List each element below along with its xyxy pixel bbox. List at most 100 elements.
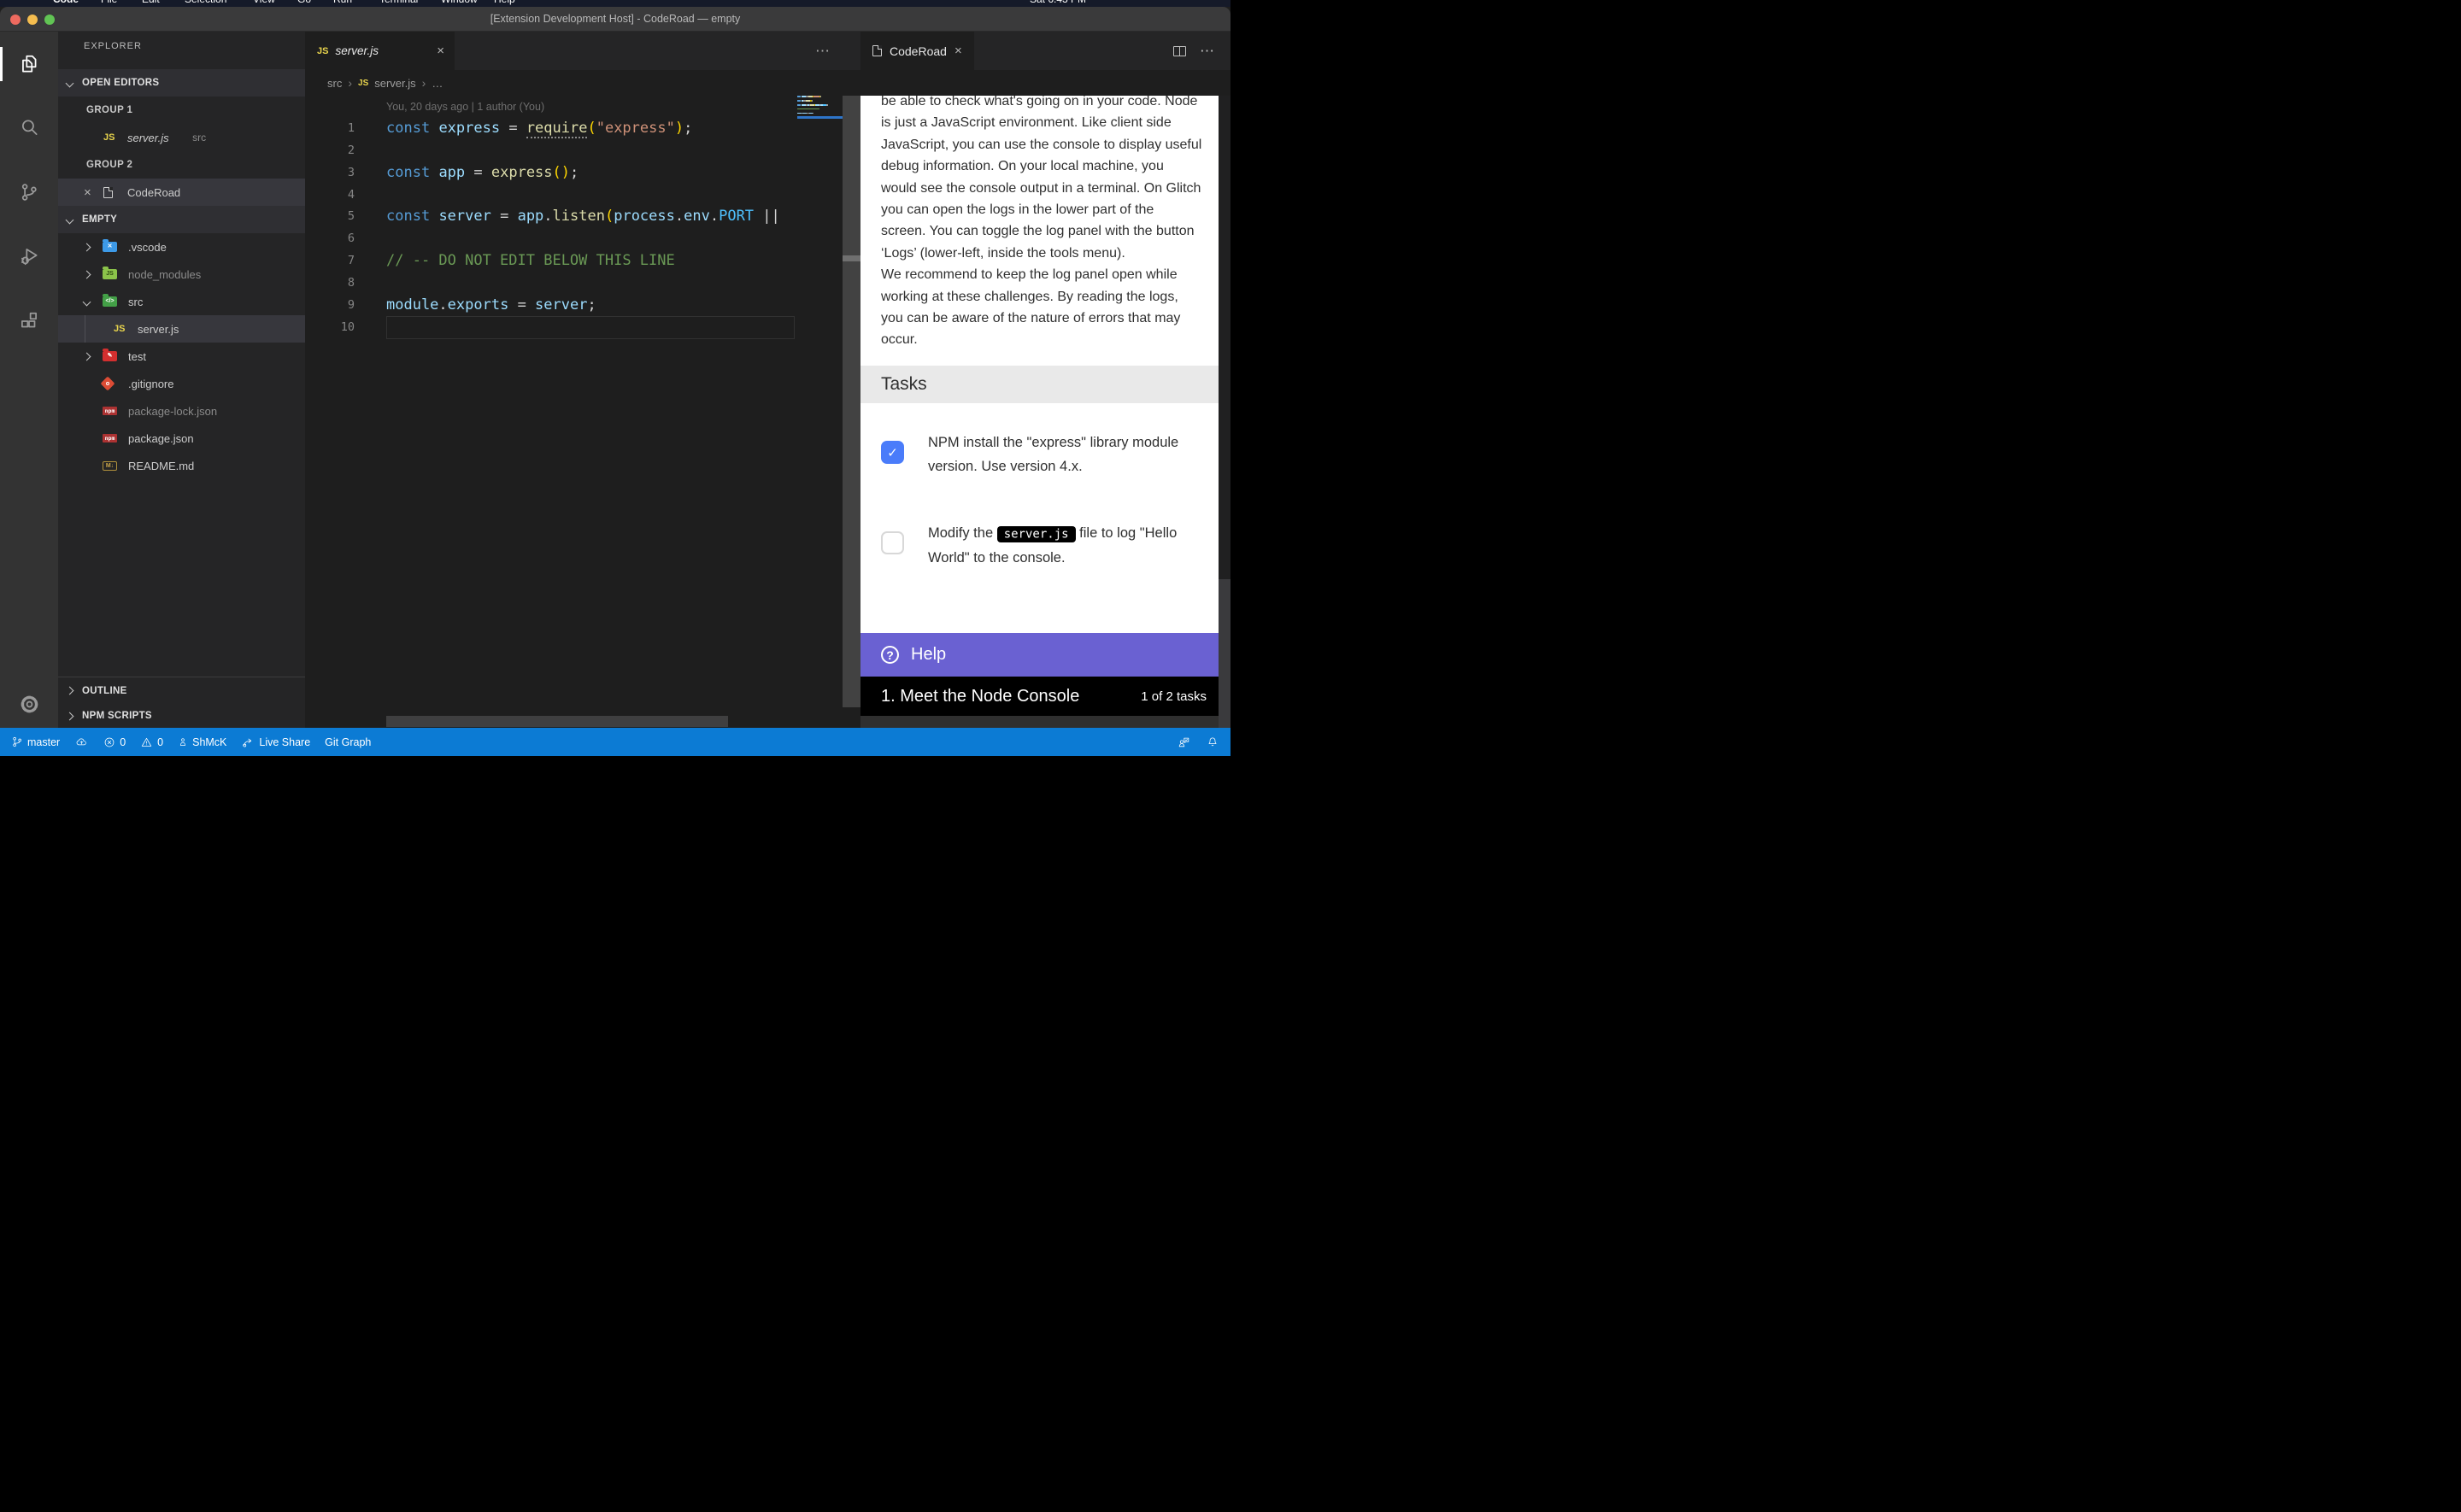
- menu-item-run[interactable]: Run: [333, 0, 352, 7]
- menu-item-file[interactable]: File: [101, 0, 117, 7]
- js-file-icon: JS: [103, 132, 115, 143]
- search-icon[interactable]: [0, 105, 58, 149]
- section-empty[interactable]: EMPTY: [58, 206, 305, 233]
- close-tab-icon[interactable]: ×: [437, 44, 444, 57]
- code-line-8[interactable]: 8: [305, 272, 797, 294]
- breadcrumb-item-src[interactable]: src: [327, 77, 342, 90]
- item-label: server.js: [138, 323, 179, 336]
- panel-more-actions-icon[interactable]: ⋯: [1200, 43, 1215, 60]
- menu-item-go[interactable]: Go: [297, 0, 311, 7]
- tree-item-server-js[interactable]: JSserver.js: [58, 315, 305, 343]
- item-label: package-lock.json: [128, 405, 217, 418]
- tree-item-README-md[interactable]: M↓README.md: [58, 452, 305, 479]
- item-label: src: [128, 296, 143, 308]
- menu-item-help[interactable]: Help: [494, 0, 515, 7]
- status-item-master[interactable]: master: [11, 735, 60, 748]
- editor-group: JS server.js × ⋯ src›JSserver.js›… You, …: [305, 32, 860, 728]
- tree-item-node_modules[interactable]: JSnode_modules: [58, 261, 305, 288]
- section-outline[interactable]: OUTLINE: [58, 677, 305, 704]
- tutorial-text-line: occur.: [881, 329, 1207, 350]
- menu-item-terminal[interactable]: Terminal: [379, 0, 418, 7]
- minimap-current-line: [797, 116, 843, 119]
- status-item-live-share[interactable]: Live Share: [241, 735, 310, 748]
- code-line-5[interactable]: 5const server = app.listen(process.env.P…: [305, 205, 797, 227]
- open-editor-server-js[interactable]: JSserver.jssrc: [58, 124, 305, 151]
- menu-item-window[interactable]: Window: [441, 0, 478, 7]
- item-label: test: [128, 350, 146, 363]
- help-section-bar[interactable]: ? Help: [860, 633, 1219, 677]
- tree-item-package-lock-json[interactable]: npmpackage-lock.json: [58, 397, 305, 425]
- code-line-9[interactable]: 9module.exports = server;: [305, 294, 797, 316]
- tab-server-js[interactable]: JS server.js ×: [305, 32, 455, 70]
- tutorial-text-line: would see the console output in a termin…: [881, 178, 1207, 199]
- menu-item-code[interactable]: Code: [53, 0, 79, 7]
- source-control-icon[interactable]: [0, 170, 58, 214]
- breadcrumb-separator-icon: ›: [422, 76, 426, 90]
- settings-gear-icon[interactable]: [0, 682, 58, 726]
- section-open-editors[interactable]: OPEN EDITORS: [58, 69, 305, 97]
- editor-more-actions-icon[interactable]: ⋯: [815, 32, 831, 70]
- tab-coderoad[interactable]: CodeRoad ×: [860, 32, 974, 70]
- webview-scrollbar[interactable]: [1219, 96, 1230, 728]
- editor-scrollbar-thumb[interactable]: [843, 255, 860, 261]
- open-editor-coderoad[interactable]: ×CodeRoad: [58, 179, 305, 206]
- active-view-indicator: [0, 47, 3, 81]
- code-line-7[interactable]: 7// -- DO NOT EDIT BELOW THIS LINE: [305, 249, 797, 272]
- chevron-right-icon: [83, 243, 91, 251]
- lesson-footer-bar[interactable]: 1. Meet the Node Console 1 of 2 tasks: [860, 677, 1219, 716]
- status-item-shmck[interactable]: ShMcK: [178, 736, 226, 748]
- status-item-0[interactable]: 0: [103, 736, 126, 748]
- explorer-icon[interactable]: [0, 42, 58, 86]
- status-item-cloud-upload[interactable]: [74, 736, 89, 748]
- tree-item-package-json[interactable]: npmpackage.json: [58, 425, 305, 452]
- status-bar: master 0 0 ShMcK Live Share Git Graph: [0, 728, 1230, 756]
- code-line-1[interactable]: 1const express = require("express");: [305, 117, 797, 139]
- status-item-feedback-icon[interactable]: [1177, 735, 1191, 748]
- codelens-annotation[interactable]: You, 20 days ago | 1 author (You): [386, 101, 544, 113]
- line-number: 3: [305, 161, 355, 184]
- run-debug-icon[interactable]: [0, 234, 58, 278]
- item-label: .gitignore: [128, 378, 173, 390]
- breadcrumb[interactable]: src›JSserver.js›…: [327, 70, 443, 96]
- task2-checkbox-unchecked[interactable]: [881, 531, 904, 554]
- tree-item-test[interactable]: ✎test: [58, 343, 305, 370]
- code-line-3[interactable]: 3 const app = express();: [305, 161, 797, 184]
- status-item-bell-icon[interactable]: [1207, 735, 1219, 748]
- extensions-icon[interactable]: [0, 299, 58, 343]
- code-text: const app = express();: [386, 161, 579, 184]
- breadcrumb-item-[interactable]: …: [432, 77, 443, 90]
- js-file-icon: JS: [358, 79, 368, 88]
- task1-checkbox-checked[interactable]: ✓: [881, 441, 904, 464]
- code-line-2[interactable]: 2: [305, 139, 797, 161]
- close-panel-tab-icon[interactable]: ×: [954, 44, 962, 57]
- folder-src-icon: </>: [103, 296, 117, 307]
- chevron-down-icon: [66, 79, 74, 87]
- tree-item--vscode[interactable]: ✕.vscode: [58, 233, 305, 261]
- tree-item--gitignore[interactable]: .gitignore: [58, 370, 305, 397]
- minimap[interactable]: [797, 96, 843, 116]
- code-line-4[interactable]: 4: [305, 184, 797, 206]
- breadcrumb-item-serverjs[interactable]: server.js: [374, 77, 415, 90]
- line-number: 5: [305, 205, 355, 227]
- status-item-0[interactable]: 0: [140, 736, 163, 748]
- menu-item-view[interactable]: View: [253, 0, 275, 7]
- split-editor-icon[interactable]: [1173, 46, 1186, 56]
- panel-bottom-gap: [860, 716, 1219, 728]
- editor-horizontal-scrollbar[interactable]: [386, 716, 728, 727]
- code-line-6[interactable]: 6: [305, 227, 797, 249]
- section-npm-scripts[interactable]: NPM SCRIPTS: [58, 702, 305, 728]
- webview-scrollbar-thumb[interactable]: [1219, 96, 1230, 579]
- menu-item-selection[interactable]: Selection: [185, 0, 226, 7]
- editor-scrollbar[interactable]: [843, 96, 860, 707]
- status-item-git-graph[interactable]: Git Graph: [325, 736, 371, 748]
- tab-title: server.js: [335, 44, 437, 57]
- js-file-icon: JS: [317, 46, 328, 56]
- close-editor-icon[interactable]: ×: [84, 186, 91, 199]
- tutorial-text-line: be able to check what's going on in your…: [881, 96, 1207, 112]
- tutorial-text-line: JavaScript, you can use the console to d…: [881, 134, 1207, 155]
- window-title-bar[interactable]: [Extension Development Host] - CodeRoad …: [0, 7, 1230, 32]
- menu-item-edit[interactable]: Edit: [142, 0, 160, 7]
- menu-bar-clock: Sat 6:43 PM: [1030, 0, 1086, 7]
- macos-menu-bar: Code File Edit Selection View Go Run Terminal Wi…: [0, 0, 1230, 7]
- tree-item-src[interactable]: </> src: [58, 288, 305, 315]
